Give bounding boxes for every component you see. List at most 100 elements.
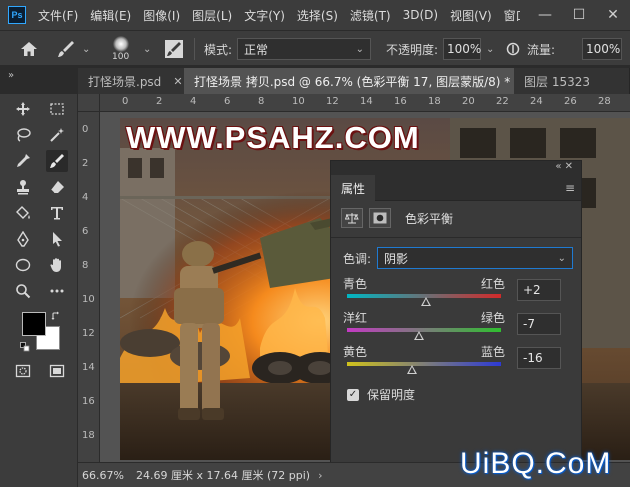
tab-document-3[interactable]: 图层 15323: [514, 68, 630, 94]
yellow-blue-value-input[interactable]: -16: [517, 347, 561, 369]
more-icon: [50, 289, 64, 293]
clone-stamp-icon: [17, 180, 29, 195]
type-tool[interactable]: [46, 202, 68, 224]
close-window-button[interactable]: ✕: [596, 7, 630, 23]
menu-type[interactable]: 文字(Y): [244, 7, 285, 24]
swap-colors-icon[interactable]: [51, 310, 61, 324]
pen-tool[interactable]: [12, 228, 34, 250]
stamp-tool[interactable]: [12, 176, 34, 198]
menu-view[interactable]: 视图(V): [450, 7, 492, 24]
lasso-icon: [17, 128, 31, 142]
quick-mask-button[interactable]: [12, 360, 34, 382]
document-size-info: 24.69 厘米 x 17.64 厘米 (72 ppi): [136, 469, 311, 482]
flow-label-text: 流量:: [527, 42, 556, 57]
opacity-dropdown[interactable]: ⌄: [486, 31, 494, 67]
eyedropper-icon: [17, 154, 30, 167]
magenta-green-slider-thumb[interactable]: [413, 331, 424, 340]
tab-label: 图层 15323: [524, 74, 590, 89]
tab-label: 打怪场景.psd: [88, 74, 162, 89]
brush-tool[interactable]: [46, 150, 68, 172]
vertical-ruler[interactable]: 0 2 4 6 8 10 12 14 16 18: [78, 112, 100, 462]
photoshop-logo-icon[interactable]: Ps: [8, 6, 26, 24]
status-menu-icon[interactable]: ›: [318, 469, 322, 482]
tab-document-1[interactable]: 打怪场景.psd ✕: [78, 68, 194, 94]
panel-menu-icon[interactable]: ≡: [565, 181, 575, 195]
ruler-tick-label: 10: [292, 96, 305, 107]
slider-labels: 洋红 绿色: [343, 309, 505, 326]
properties-panel-titlebar[interactable]: « ✕: [331, 161, 581, 175]
eyedropper-tool[interactable]: [12, 150, 34, 172]
tabs-collapse-icon[interactable]: »: [8, 70, 14, 81]
panel-collapse-close-icon[interactable]: « ✕: [555, 161, 573, 172]
home-button[interactable]: [20, 31, 38, 67]
ruler-tick-label: 8: [258, 96, 265, 107]
menu-layer[interactable]: 图层(L): [192, 7, 232, 24]
properties-panel: « ✕ 属性 ≡ 色彩平衡 色调: 阴影 ⌄ 青色 红色 +2 洋红 绿色 -7…: [330, 160, 582, 465]
hand-icon: [50, 258, 61, 272]
move-tool[interactable]: [12, 98, 34, 120]
cyan-red-value-input[interactable]: +2: [517, 279, 561, 301]
brush-size-value: 100: [112, 52, 130, 62]
ruler-tick-label: 12: [326, 96, 339, 107]
brush-size-dropdown[interactable]: ⌄: [143, 31, 151, 67]
pressure-icon: [506, 42, 520, 56]
foreground-color-swatch[interactable]: [22, 312, 46, 336]
brush-tool-preset[interactable]: ⌄: [56, 31, 90, 67]
magic-wand-tool[interactable]: [46, 124, 68, 146]
preserve-luminosity-checkbox[interactable]: ✓: [347, 388, 359, 401]
menu-edit[interactable]: 编辑(E): [90, 7, 131, 24]
layer-mask-icon: [373, 212, 387, 224]
yellow-blue-slider-thumb[interactable]: [406, 365, 417, 374]
magenta-green-value-input[interactable]: -7: [517, 313, 561, 335]
slider-labels: 青色 红色: [343, 275, 505, 292]
tab-document-2[interactable]: 打怪场景 拷贝.psd @ 66.7% (色彩平衡 17, 图层蒙版/8) * …: [184, 68, 543, 94]
ellipse-tool[interactable]: [12, 254, 34, 276]
check-icon: ✓: [348, 389, 358, 400]
lasso-tool[interactable]: [12, 124, 34, 146]
ruler-tick-label: 2: [156, 96, 163, 107]
eraser-tool[interactable]: [46, 176, 68, 198]
brush-settings-button[interactable]: [164, 31, 184, 67]
paint-bucket-tool[interactable]: [12, 202, 34, 224]
tone-select[interactable]: 阴影 ⌄: [377, 247, 573, 269]
flow-input[interactable]: 100%: [582, 31, 622, 67]
layer-mask-button[interactable]: [369, 208, 391, 228]
paint-bucket-icon: [16, 206, 30, 219]
pressure-opacity-button[interactable]: [506, 31, 520, 67]
screen-mode-button[interactable]: [46, 360, 68, 382]
flow-value: 100%: [586, 42, 621, 56]
yellow-blue-slider-row: 黄色 蓝色 -16: [343, 343, 573, 383]
default-colors-icon[interactable]: [20, 341, 30, 355]
move-icon: [16, 102, 30, 116]
minimize-button[interactable]: —: [528, 7, 562, 23]
marquee-tool[interactable]: [46, 98, 68, 120]
zoom-level-field[interactable]: 66.67%: [82, 469, 132, 482]
slider-left-label: 青色: [343, 277, 368, 291]
menu-select[interactable]: 选择(S): [297, 7, 338, 24]
opacity-input[interactable]: 100%: [443, 31, 481, 67]
menu-filter[interactable]: 滤镜(T): [350, 7, 391, 24]
ruler-tick-label: 16: [82, 396, 95, 407]
slider-right-label: 红色: [480, 277, 505, 291]
menu-image[interactable]: 图像(I): [143, 7, 180, 24]
mode-select[interactable]: 正常 ⌄: [237, 31, 371, 67]
adjustment-settings-button[interactable]: [341, 208, 363, 228]
maximize-button[interactable]: ☐: [562, 7, 596, 23]
close-tab-icon[interactable]: ✕: [173, 75, 182, 88]
horizontal-ruler[interactable]: 024681012141618202224262830: [100, 94, 630, 112]
more-tools[interactable]: [46, 280, 68, 302]
tab-properties[interactable]: 属性: [331, 175, 376, 201]
menu-file[interactable]: 文件(F): [38, 7, 78, 24]
hand-tool[interactable]: [46, 254, 68, 276]
ruler-tick-label: 12: [82, 328, 95, 339]
ruler-tick-label: 0: [82, 124, 89, 135]
yellow-blue-slider-track[interactable]: [347, 362, 501, 366]
brush-size-picker[interactable]: 100: [112, 31, 129, 67]
zoom-tool[interactable]: [12, 280, 34, 302]
home-icon: [21, 42, 37, 56]
path-selection-tool[interactable]: [46, 228, 68, 250]
slider-left-label: 黄色: [343, 345, 368, 359]
menu-3d[interactable]: 3D(D): [403, 8, 438, 22]
magenta-green-slider-track[interactable]: [347, 328, 501, 332]
cyan-red-slider-thumb[interactable]: [420, 297, 431, 306]
